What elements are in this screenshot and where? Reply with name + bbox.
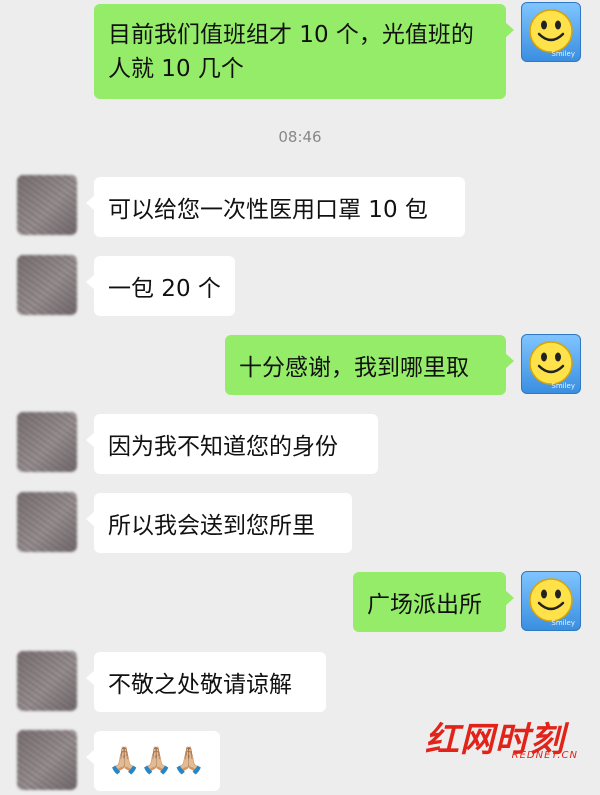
contact-avatar[interactable]	[17, 730, 77, 790]
message-bubble-incoming[interactable]: 因为我不知道您的身份	[86, 414, 378, 474]
message-bubble-incoming[interactable]: 🙏🏼🙏🏼🙏🏼	[86, 731, 220, 791]
my-avatar[interactable]: Smiley	[521, 334, 581, 394]
contact-avatar[interactable]	[17, 412, 77, 472]
timestamp: 08:46	[278, 128, 322, 146]
smiley-icon	[529, 578, 573, 622]
rednet-watermark: 红网时刻 REDNET.CN	[425, 712, 590, 764]
contact-avatar[interactable]	[17, 255, 77, 315]
message-text: 所以我会送到您所里	[108, 513, 315, 539]
message-bubble-incoming[interactable]: 所以我会送到您所里	[86, 493, 352, 553]
avatar-caption: Smiley	[551, 382, 575, 390]
contact-avatar[interactable]	[17, 175, 77, 235]
message-text: 一包 20 个	[108, 276, 221, 302]
contact-avatar[interactable]	[17, 492, 77, 552]
message-text: 广场派出所	[367, 592, 482, 618]
smiley-icon	[529, 341, 573, 385]
watermark-subtitle: REDNET.CN	[511, 750, 578, 761]
message-bubble-outgoing[interactable]: 十分感谢，我到哪里取	[225, 335, 514, 395]
contact-avatar[interactable]	[17, 651, 77, 711]
message-text: 目前我们值班组才 10 个，光值班的人就 10 几个	[108, 22, 474, 82]
avatar-caption: Smiley	[551, 50, 575, 58]
my-avatar[interactable]: Smiley	[521, 571, 581, 631]
message-bubble-incoming[interactable]: 一包 20 个	[86, 256, 235, 316]
message-text: 可以给您一次性医用口罩 10 包	[108, 197, 428, 223]
message-bubble-outgoing[interactable]: 广场派出所	[353, 572, 514, 632]
avatar-caption: Smiley	[551, 619, 575, 627]
smiley-icon	[529, 9, 573, 53]
message-bubble-incoming[interactable]: 可以给您一次性医用口罩 10 包	[86, 177, 465, 237]
message-text: 因为我不知道您的身份	[108, 434, 338, 460]
message-text: 十分感谢，我到哪里取	[239, 355, 469, 381]
message-text: 不敬之处敬请谅解	[108, 672, 292, 698]
message-bubble-outgoing[interactable]: 目前我们值班组才 10 个，光值班的人就 10 几个	[94, 4, 514, 99]
praying-hands-emoji: 🙏🏼🙏🏼🙏🏼	[108, 746, 206, 776]
message-bubble-incoming[interactable]: 不敬之处敬请谅解	[86, 652, 326, 712]
my-avatar[interactable]: Smiley	[521, 2, 581, 62]
